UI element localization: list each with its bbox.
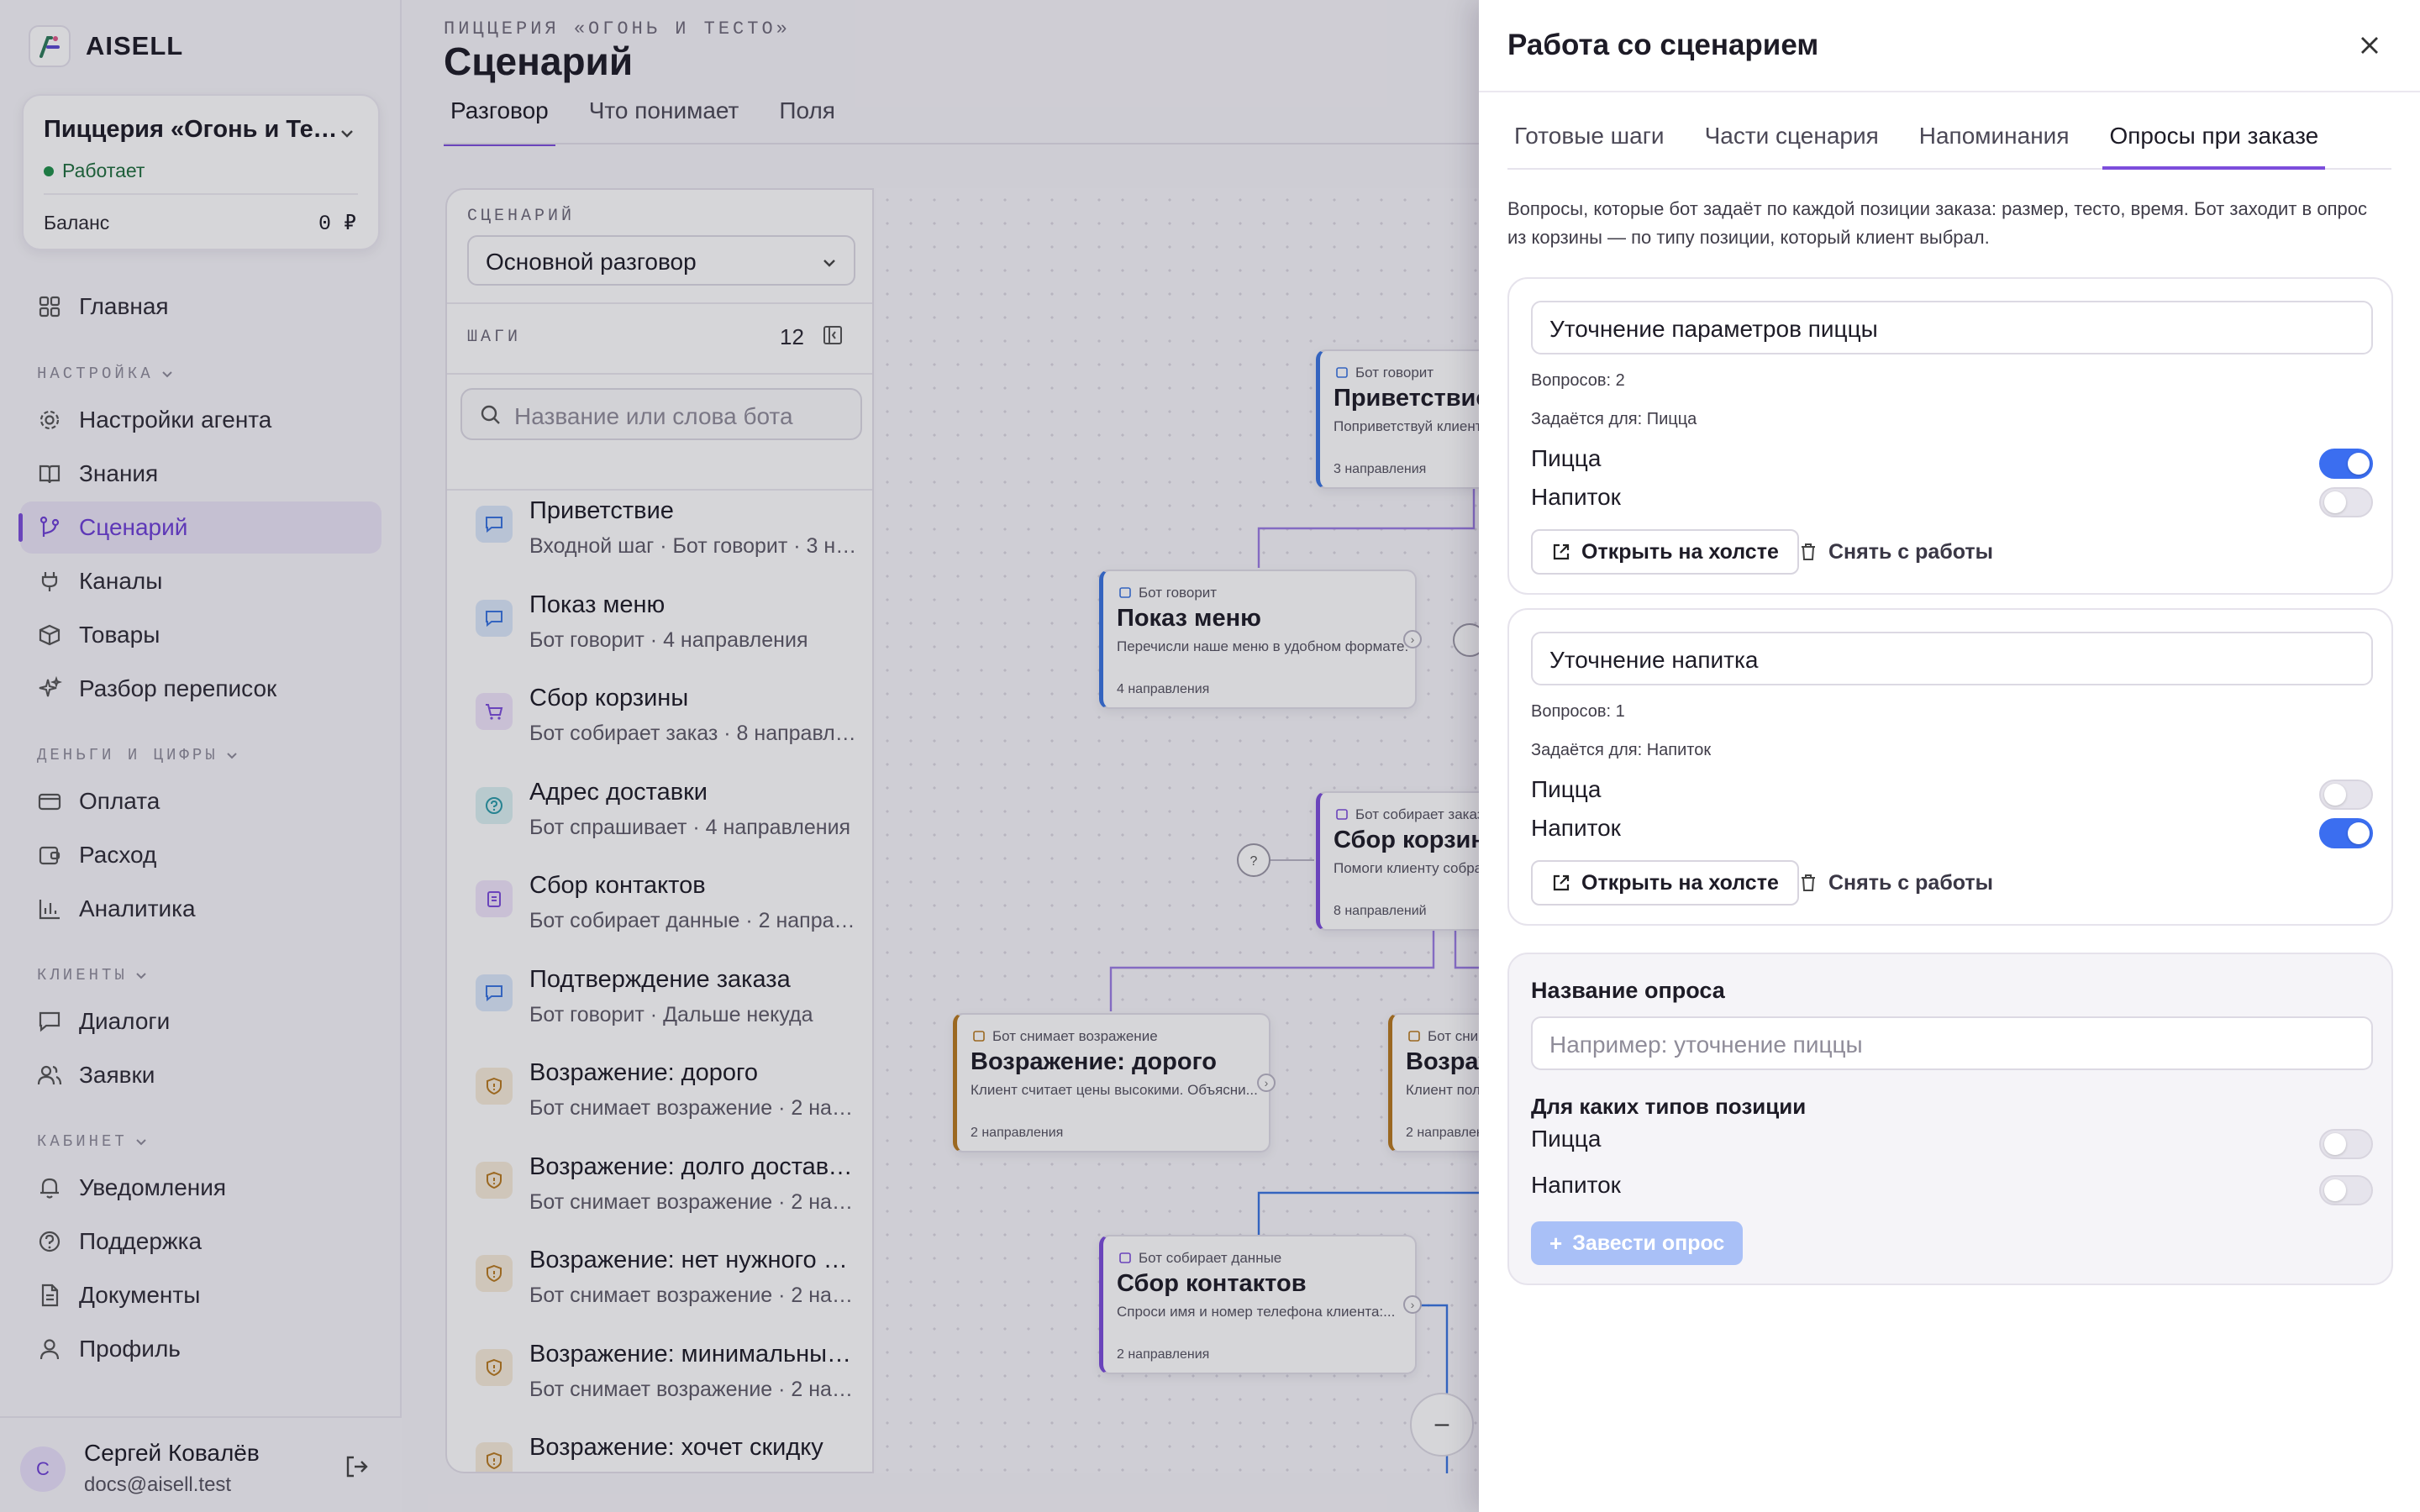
button-label: Снять с работы <box>1828 539 1994 564</box>
survey-name-input[interactable]: Уточнение напитка <box>1531 632 2373 685</box>
deactivate-button[interactable]: Снять с работы <box>1785 860 2007 906</box>
create-survey-button[interactable]: + Завести опрос <box>1531 1221 1744 1265</box>
tab-order-surveys[interactable]: Опросы при заказе <box>2102 118 2326 170</box>
new-survey-name-input[interactable]: Например: уточнение пиццы <box>1531 1016 2373 1070</box>
survey-applies-to: Задаётся для: Пицца <box>1531 410 1697 428</box>
button-label: Открыть на холсте <box>1581 539 1779 564</box>
drink-toggle[interactable] <box>2319 818 2373 848</box>
trash-icon <box>1802 543 1815 560</box>
survey-card: Уточнение напитка Вопросов: 1 Задаётся д… <box>1507 608 2393 926</box>
tab-ready-steps[interactable]: Готовые шаги <box>1507 118 1671 170</box>
type-label: Напиток <box>1531 815 1621 841</box>
type-label: Напиток <box>1531 484 1621 510</box>
pizza-toggle[interactable] <box>2319 780 2373 810</box>
button-label: Завести опрос <box>1572 1231 1725 1255</box>
drawer-title: Работа со сценарием <box>1507 29 1819 61</box>
type-label: Пицца <box>1531 776 1602 802</box>
drink-toggle[interactable] <box>2319 1175 2373 1205</box>
open-on-canvas-button[interactable]: Открыть на холсте <box>1531 860 1799 906</box>
survey-name-label: Название опроса <box>1531 978 1725 1003</box>
close-icon[interactable] <box>2354 30 2385 60</box>
external-link-icon <box>1553 874 1570 891</box>
pizza-toggle[interactable] <box>2319 1129 2373 1159</box>
deactivate-button[interactable]: Снять с работы <box>1785 529 2007 575</box>
type-row-pizza: Пицца <box>1531 776 2373 810</box>
modal-backdrop[interactable] <box>0 0 1479 1512</box>
surveys-description: Вопросы, которые бот задаёт по каждой по… <box>1507 198 2367 248</box>
drawer-tabs: Готовые шаги Части сценария Напоминания … <box>1507 118 2391 170</box>
type-row-drink: Напиток <box>1531 1172 2373 1205</box>
survey-card: Уточнение параметров пиццы Вопросов: 2 З… <box>1507 277 2393 595</box>
open-on-canvas-button[interactable]: Открыть на холсте <box>1531 529 1799 575</box>
trash-icon <box>1802 874 1815 891</box>
position-types-label: Для каких типов позиции <box>1531 1094 1807 1119</box>
type-label: Пицца <box>1531 445 1602 471</box>
new-survey-form: Название опроса Например: уточнение пицц… <box>1507 953 2393 1285</box>
survey-question-count: Вопросов: 1 <box>1531 702 1625 721</box>
type-label: Пицца <box>1531 1126 1602 1152</box>
drink-toggle[interactable] <box>2319 487 2373 517</box>
survey-question-count: Вопросов: 2 <box>1531 371 1625 390</box>
tab-reminders[interactable]: Напоминания <box>1912 118 2076 170</box>
type-row-pizza: Пицца <box>1531 445 2373 479</box>
external-link-icon <box>1553 543 1570 560</box>
type-row-drink: Напиток <box>1531 484 2373 517</box>
type-label: Напиток <box>1531 1172 1621 1198</box>
button-label: Открыть на холсте <box>1581 870 1779 895</box>
scenario-drawer: Работа со сценарием Готовые шаги Части с… <box>1479 0 2420 1512</box>
pizza-toggle[interactable] <box>2319 449 2373 479</box>
plus-icon: + <box>1549 1230 1563 1256</box>
survey-applies-to: Задаётся для: Напиток <box>1531 741 1712 759</box>
survey-name-input[interactable]: Уточнение параметров пиццы <box>1531 301 2373 354</box>
divider <box>1479 91 2420 92</box>
tab-scenario-parts[interactable]: Части сценария <box>1698 118 1886 170</box>
type-row-pizza: Пицца <box>1531 1126 2373 1159</box>
type-row-drink: Напиток <box>1531 815 2373 848</box>
button-label: Снять с работы <box>1828 870 1994 895</box>
